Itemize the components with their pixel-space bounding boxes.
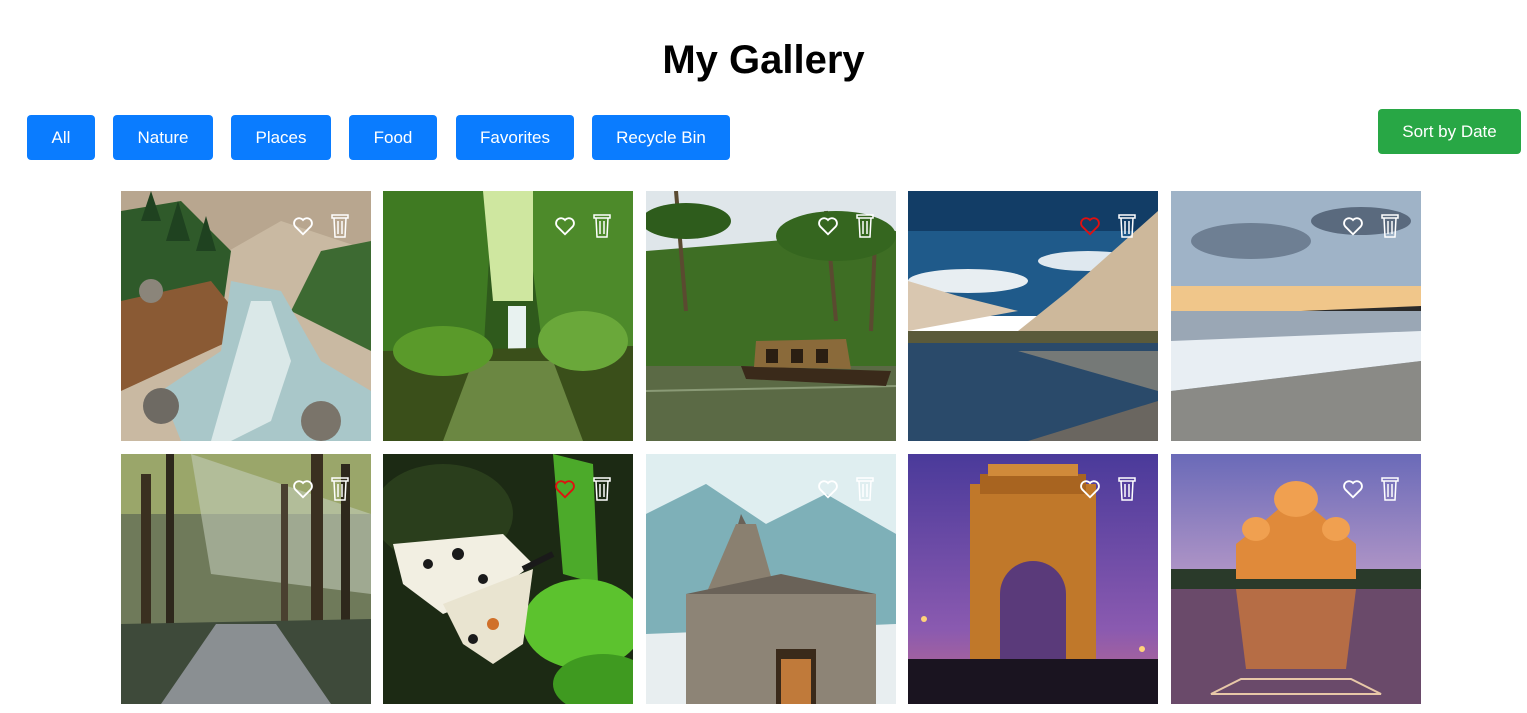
- filter-nature-button[interactable]: Nature: [113, 115, 213, 160]
- filter-recycle-bin-button[interactable]: Recycle Bin: [592, 115, 730, 160]
- gallery-item-waterfall[interactable]: [383, 191, 633, 441]
- favorite-heart-icon[interactable]: [554, 215, 576, 237]
- gallery-item-akshardham[interactable]: [1171, 454, 1421, 704]
- sort-by-date-button[interactable]: Sort by Date: [1378, 109, 1521, 154]
- gallery-item-india-gate[interactable]: [908, 454, 1158, 704]
- page-title: My Gallery: [662, 38, 865, 82]
- favorite-heart-icon[interactable]: [817, 478, 839, 500]
- delete-trash-icon[interactable]: [1381, 213, 1399, 238]
- favorite-heart-icon[interactable]: [292, 215, 314, 237]
- favorite-heart-icon[interactable]: [817, 215, 839, 237]
- favorite-heart-icon[interactable]: [554, 478, 576, 500]
- delete-trash-icon[interactable]: [331, 213, 349, 238]
- delete-trash-icon[interactable]: [1118, 213, 1136, 238]
- delete-trash-icon[interactable]: [856, 213, 874, 238]
- delete-trash-icon[interactable]: [593, 476, 611, 501]
- gallery-item-mountain-lake[interactable]: [908, 191, 1158, 441]
- gallery-item-forest-path[interactable]: [121, 454, 371, 704]
- delete-trash-icon[interactable]: [331, 476, 349, 501]
- gallery-page: My Gallery All Nature Places Food Favori…: [0, 0, 1527, 713]
- filter-favorites-button[interactable]: Favorites: [456, 115, 574, 160]
- delete-trash-icon[interactable]: [856, 476, 874, 501]
- favorite-heart-icon[interactable]: [1079, 215, 1101, 237]
- filter-food-button[interactable]: Food: [349, 115, 437, 160]
- gallery-item-butterfly[interactable]: [383, 454, 633, 704]
- favorite-heart-icon[interactable]: [1079, 478, 1101, 500]
- delete-trash-icon[interactable]: [593, 213, 611, 238]
- gallery-item-houseboat[interactable]: [646, 191, 896, 441]
- gallery-item-mountain-river[interactable]: [121, 191, 371, 441]
- favorite-heart-icon[interactable]: [292, 478, 314, 500]
- filter-all-button[interactable]: All: [27, 115, 95, 160]
- gallery-item-snow-temple[interactable]: [646, 454, 896, 704]
- favorite-heart-icon[interactable]: [1342, 478, 1364, 500]
- gallery-item-beach-sunset[interactable]: [1171, 191, 1421, 441]
- delete-trash-icon[interactable]: [1381, 476, 1399, 501]
- favorite-heart-icon[interactable]: [1342, 215, 1364, 237]
- delete-trash-icon[interactable]: [1118, 476, 1136, 501]
- filter-places-button[interactable]: Places: [231, 115, 331, 160]
